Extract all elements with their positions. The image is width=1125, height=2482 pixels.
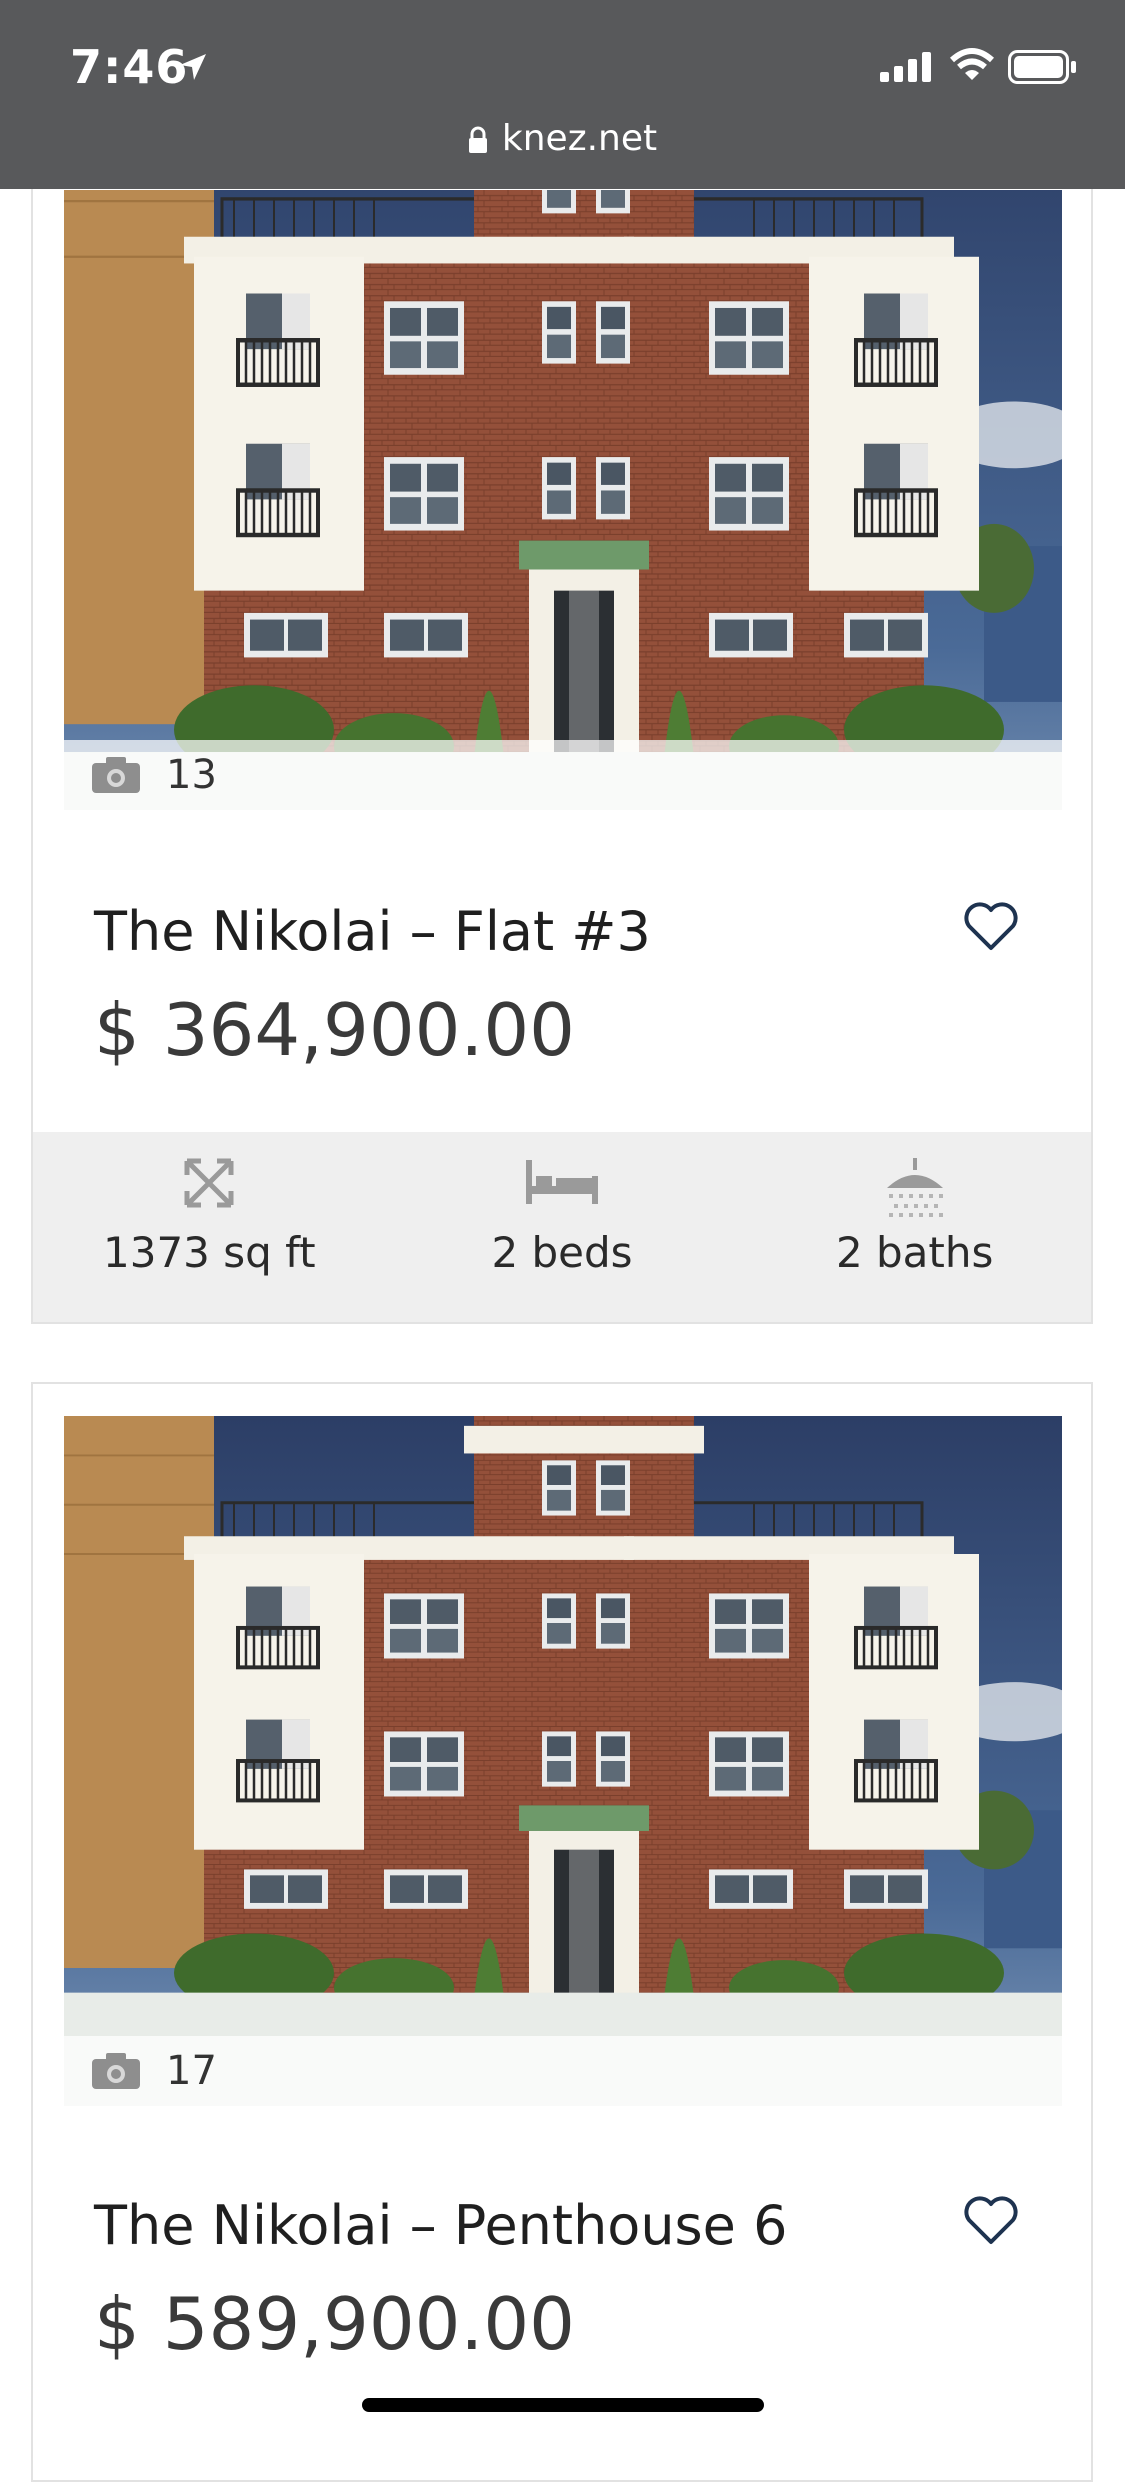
wifi-icon <box>950 48 994 80</box>
signal-icon <box>880 52 931 82</box>
shower-icon <box>886 1158 943 1217</box>
photo-count-bar: 13 <box>64 740 1062 810</box>
features-bar: 1373 sq ft 2 beds 2 baths <box>33 1132 1091 1322</box>
photo-count: 17 <box>166 2048 217 2094</box>
heart-icon[interactable] <box>963 2196 1019 2246</box>
feature-beds-label: 2 beds <box>491 1228 633 1277</box>
feature-area-label: 1373 sq ft <box>103 1228 316 1277</box>
feature-baths: 2 baths <box>738 1132 1091 1322</box>
bed-icon <box>526 1160 598 1204</box>
photo-count-bar: 17 <box>64 2036 1062 2106</box>
camera-icon <box>92 2053 140 2089</box>
feature-baths-label: 2 baths <box>835 1228 994 1277</box>
listing-card[interactable]: 13 The Nikolai – Flat #3 $ 364,900.00 13… <box>31 110 1093 1324</box>
lock-icon <box>468 126 487 153</box>
feature-area: 1373 sq ft <box>33 1132 386 1322</box>
url-bar[interactable]: knez.net <box>0 118 1125 159</box>
camera-icon <box>92 757 140 793</box>
listing-title[interactable]: The Nikolai – Flat #3 <box>94 900 651 963</box>
listing-card[interactable]: 17 The Nikolai – Penthouse 6 $ 589,900.0… <box>31 1382 1093 2482</box>
battery-icon <box>1008 50 1076 84</box>
listing-photo[interactable]: 17 <box>64 1416 1062 2106</box>
listing-title[interactable]: The Nikolai – Penthouse 6 <box>94 2194 787 2257</box>
feature-beds: 2 beds <box>386 1132 739 1322</box>
heart-icon[interactable] <box>963 902 1019 952</box>
expand-icon <box>184 1158 234 1208</box>
location-arrow-icon <box>180 54 206 80</box>
listing-price: $ 364,900.00 <box>94 988 575 1072</box>
url-text: knez.net <box>501 118 658 159</box>
listing-photo[interactable]: 13 <box>64 190 1062 810</box>
home-indicator[interactable] <box>362 2398 764 2412</box>
listing-price: $ 589,900.00 <box>94 2282 575 2366</box>
photo-count: 13 <box>166 752 217 798</box>
status-time: 7:46 <box>70 40 189 94</box>
browser-top-bar: 7:46 knez.net <box>0 0 1125 189</box>
